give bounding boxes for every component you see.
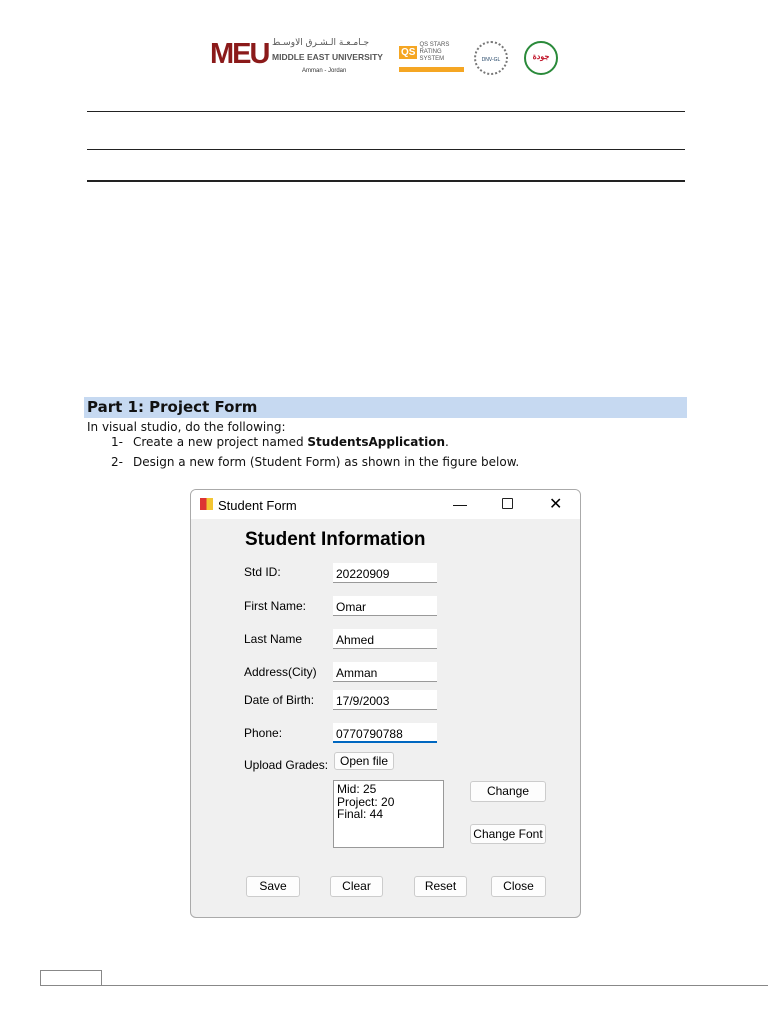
footer-line bbox=[40, 985, 768, 986]
divider bbox=[87, 149, 685, 150]
dob-label: Date of Birth: bbox=[244, 693, 315, 707]
app-icon bbox=[200, 498, 213, 510]
change-font-button[interactable]: Change Font bbox=[470, 824, 546, 844]
minimize-button[interactable]: — bbox=[453, 496, 467, 512]
meu-logo: MEU جـامـعـة الـشـرق الاوسـط MIDDLE EAST… bbox=[210, 38, 385, 78]
first-name-input[interactable]: Omar bbox=[333, 596, 437, 616]
university-name-en: MIDDLE EAST UNIVERSITY bbox=[272, 52, 383, 62]
student-form-window: Student Form — ✕ Student Information Std… bbox=[190, 489, 581, 918]
divider bbox=[87, 180, 685, 182]
step-1: 1- Create a new project named StudentsApp… bbox=[111, 435, 449, 449]
address-input[interactable]: Amman bbox=[333, 662, 437, 682]
open-file-button[interactable]: Open file bbox=[334, 752, 394, 770]
form-heading: Student Information bbox=[245, 529, 426, 550]
university-name-ar: جـامـعـة الـشـرق الاوسـط bbox=[272, 38, 370, 48]
save-button[interactable]: Save bbox=[246, 876, 300, 897]
maximize-button[interactable] bbox=[502, 498, 513, 509]
address-label: Address(City) bbox=[244, 665, 317, 679]
divider bbox=[87, 111, 685, 112]
phone-label: Phone: bbox=[244, 726, 283, 740]
title-bar: Student Form — ✕ bbox=[191, 490, 580, 519]
meu-logo-mark: MEU bbox=[210, 38, 270, 70]
list-item[interactable]: Mid: 25 bbox=[337, 783, 440, 796]
grades-listbox[interactable]: Mid: 25 Project: 20 Final: 44 bbox=[333, 780, 444, 848]
last-name-label: Last Name bbox=[244, 632, 303, 646]
section-heading: Part 1: Project Form bbox=[84, 397, 687, 418]
change-button[interactable]: Change bbox=[470, 781, 546, 802]
phone-input[interactable]: 0770790788 bbox=[333, 723, 437, 743]
qs-stars-logo: QS QS STARS RATING SYSTEM bbox=[399, 42, 464, 72]
page-number-box bbox=[40, 970, 102, 986]
upload-grades-label: Upload Grades: bbox=[244, 758, 329, 772]
list-item[interactable]: Final: 44 bbox=[337, 808, 440, 821]
step-2: 2- Design a new form (Student Form) as sh… bbox=[111, 455, 520, 469]
last-name-input[interactable]: Ahmed bbox=[333, 629, 437, 649]
close-button[interactable]: Close bbox=[491, 876, 546, 897]
window-title: Student Form bbox=[218, 498, 297, 513]
std-id-label: Std ID: bbox=[244, 565, 281, 579]
std-id-input[interactable]: 20220909 bbox=[333, 563, 437, 583]
quality-logo: جودة bbox=[524, 41, 558, 75]
clear-button[interactable]: Clear bbox=[330, 876, 383, 897]
intro-text: In visual studio, do the following: bbox=[87, 420, 286, 434]
close-window-button[interactable]: ✕ bbox=[549, 494, 562, 514]
dnv-gl-logo: DNV-GL bbox=[474, 41, 508, 75]
first-name-label: First Name: bbox=[244, 599, 307, 613]
dob-input[interactable]: 17/9/2003 bbox=[333, 690, 437, 710]
university-location: Amman - Jordan bbox=[302, 68, 347, 74]
reset-button[interactable]: Reset bbox=[414, 876, 467, 897]
